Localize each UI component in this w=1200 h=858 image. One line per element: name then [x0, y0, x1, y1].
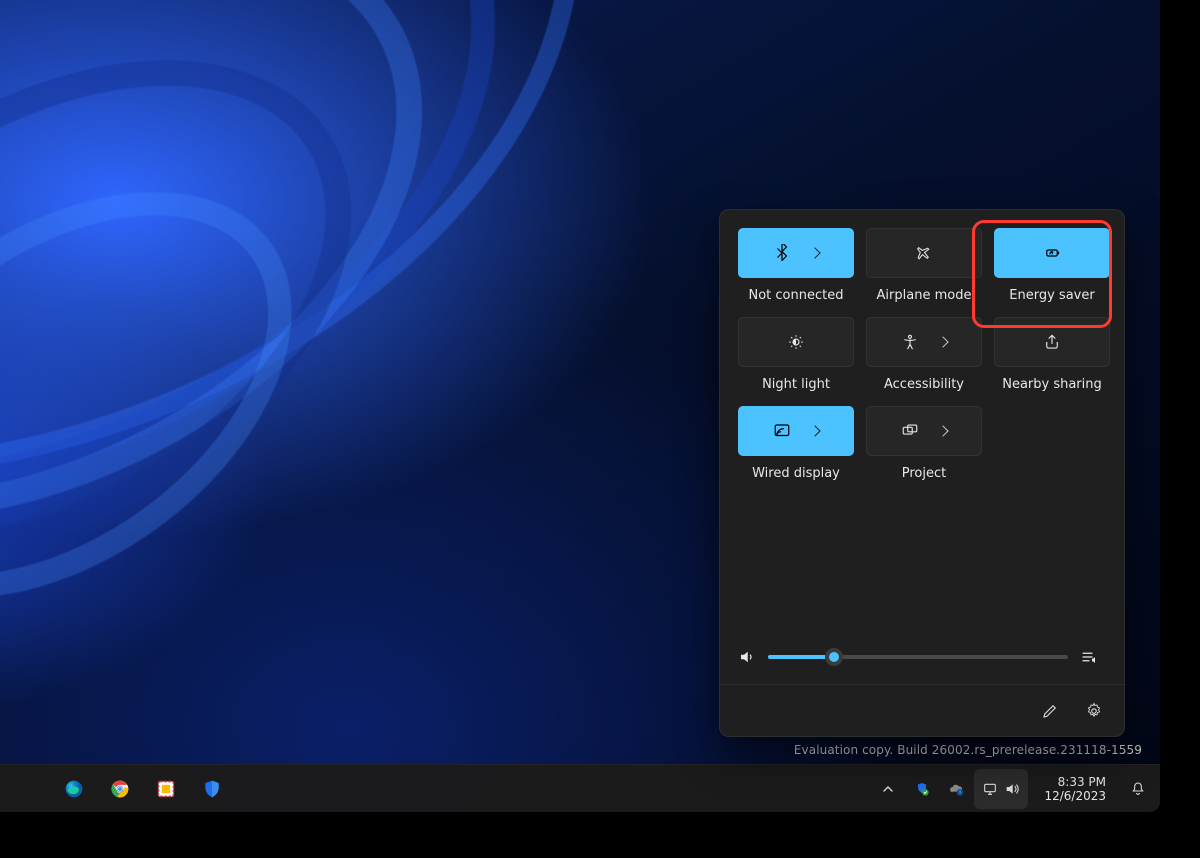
cloud-icon: i — [948, 781, 964, 797]
tile-wired-display: Wired display — [738, 406, 854, 481]
volume-icon — [1004, 781, 1020, 797]
tile-project: Project — [866, 406, 982, 481]
tile-label: Energy saver — [1009, 288, 1094, 303]
volume-slider-thumb[interactable] — [825, 648, 843, 666]
tile-night-light: Night light — [738, 317, 854, 392]
gear-icon — [1085, 702, 1103, 720]
taskbar-clock[interactable]: 8:33 PM 12/6/2023 — [1030, 769, 1120, 809]
chrome-icon — [110, 779, 130, 799]
edit-quick-settings-button[interactable] — [1030, 693, 1070, 729]
chevron-right-icon — [809, 247, 820, 258]
tile-button-bluetooth[interactable] — [738, 228, 854, 278]
accessibility-icon — [901, 333, 919, 351]
cast-icon — [773, 422, 791, 440]
tile-label: Wired display — [752, 466, 840, 481]
system-tray-quick-settings[interactable] — [974, 769, 1028, 809]
tile-button-project[interactable] — [866, 406, 982, 456]
volume-slider[interactable] — [768, 655, 1068, 659]
chevron-right-icon — [937, 336, 948, 347]
bluetooth-icon — [773, 244, 791, 262]
watermark-line: Evaluation copy. Build 26002.rs_prerelea… — [794, 742, 1142, 758]
tile-airplane-mode: Airplane mode — [866, 228, 982, 303]
tile-label: Project — [902, 466, 946, 481]
tile-accessibility: Accessibility — [866, 317, 982, 392]
chevron-right-icon — [809, 425, 820, 436]
tile-label: Not connected — [749, 288, 844, 303]
pencil-icon — [1041, 702, 1059, 720]
taskbar-app-start[interactable] — [8, 769, 48, 809]
energy-saver-icon — [1043, 244, 1061, 262]
tile-button-nearby-sharing[interactable] — [994, 317, 1110, 367]
chevron-up-icon — [880, 781, 896, 797]
tile-button-wired-display[interactable] — [738, 406, 854, 456]
tile-energy-saver: Energy saver — [994, 228, 1110, 303]
tile-label: Airplane mode — [877, 288, 972, 303]
tray-security-icon[interactable] — [906, 769, 938, 809]
taskbar-app-chrome[interactable] — [100, 769, 140, 809]
tile-label: Night light — [762, 377, 830, 392]
night-light-icon — [787, 333, 805, 351]
clock-time: 8:33 PM — [1044, 775, 1106, 789]
tile-button-airplane-mode[interactable] — [866, 228, 982, 278]
taskbar-app-snip[interactable] — [146, 769, 186, 809]
shield-check-icon — [914, 781, 930, 797]
snip-icon — [156, 779, 176, 799]
shield-icon — [202, 779, 222, 799]
project-icon — [901, 422, 919, 440]
chevron-right-icon — [937, 425, 948, 436]
tile-nearby-sharing: Nearby sharing — [994, 317, 1110, 392]
tray-onedrive-icon[interactable]: i — [940, 769, 972, 809]
quick-settings-flyout: Not connected Airplane mode Ener — [719, 209, 1125, 737]
tile-button-accessibility[interactable] — [866, 317, 982, 367]
tile-label: Accessibility — [884, 377, 964, 392]
svg-text:i: i — [960, 789, 961, 795]
tray-overflow-button[interactable] — [872, 769, 904, 809]
volume-low-icon — [738, 648, 756, 666]
tile-bluetooth: Not connected — [738, 228, 854, 303]
taskbar: i 8:33 PM 12/6/2023 — [0, 764, 1160, 812]
notifications-button[interactable] — [1122, 769, 1154, 809]
monitor-network-icon — [982, 781, 998, 797]
tile-label: Nearby sharing — [1002, 377, 1102, 392]
tile-button-energy-saver[interactable] — [994, 228, 1110, 278]
audio-output-icon[interactable] — [1080, 648, 1098, 666]
clock-date: 12/6/2023 — [1044, 789, 1106, 803]
all-settings-button[interactable] — [1074, 693, 1114, 729]
airplane-icon — [915, 244, 933, 262]
tile-button-night-light[interactable] — [738, 317, 854, 367]
edge-icon — [64, 779, 84, 799]
share-icon — [1043, 333, 1061, 351]
bell-icon — [1130, 781, 1146, 797]
taskbar-app-security[interactable] — [192, 769, 232, 809]
build-watermark: Evaluation copy. Build 26002.rs_prerelea… — [794, 742, 1142, 758]
taskbar-app-edge[interactable] — [54, 769, 94, 809]
